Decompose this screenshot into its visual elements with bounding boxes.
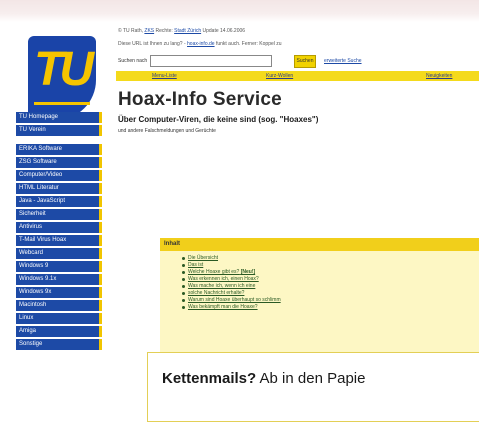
sidebar-item-windows-9[interactable]: Windows 9: [16, 261, 102, 272]
sidebar-item-linux[interactable]: Linux: [16, 313, 102, 324]
stadt-link[interactable]: Stadt Zürich: [174, 28, 201, 34]
caption-rest: Ab in den Papie: [259, 370, 366, 387]
toc-item[interactable]: Warum sind Hoaxe überhaupt so schlimm: [182, 297, 281, 304]
sidebar-item-macintosh[interactable]: Macintosh: [16, 300, 102, 311]
sidebar-item-sonstige[interactable]: Sonstige: [16, 339, 102, 350]
new-badge: [Neu!]: [240, 269, 256, 275]
tu-logo[interactable]: TU: [28, 36, 96, 120]
sidebar-item-virus-hoax[interactable]: T-Mail Virus Hoax: [16, 235, 102, 246]
logo-underline: [34, 102, 90, 105]
nav-neuigkeiten[interactable]: Neuigkeiten: [426, 71, 452, 81]
sidebar-item-webcard[interactable]: Webcard: [16, 248, 102, 259]
url-hint-line: Diese URL ist Ihnen zu lang? - hoax-info…: [118, 41, 282, 47]
toc-item[interactable]: Welche Hoaxe gibt es? [Neu!]: [182, 269, 281, 276]
search-input[interactable]: [150, 55, 272, 67]
sidebar-item-antivirus[interactable]: Antivirus: [16, 222, 102, 233]
page-subtitle-secondary: und andere Falschmeldungen und Gerüchte: [118, 128, 216, 134]
nav-kurz-wollen[interactable]: Kurz-Wollen: [266, 71, 293, 81]
toc-item-label[interactable]: Welche Hoaxe gibt es?: [188, 269, 239, 275]
sidebar-item-java[interactable]: Java - JavaScript: [16, 196, 102, 207]
advanced-search-link[interactable]: erweiterte Suche: [324, 58, 362, 64]
sidebar-item-tu-homepage[interactable]: TU Homepage: [16, 112, 102, 123]
sidebar-item-sicherheit[interactable]: Sicherheit: [16, 209, 102, 220]
sidebar-nav: TU Homepage TU Verein ERIKA Software ZSG…: [10, 112, 102, 352]
sidebar-item-zsg-software[interactable]: ZSG Software: [16, 157, 102, 168]
toc-header: Inhalt: [160, 238, 479, 251]
toc-item[interactable]: Die Übersicht: [182, 255, 281, 262]
toc-item[interactable]: Was erkennen ich, einen Hoax?: [182, 276, 281, 283]
zks-link[interactable]: ZKS: [144, 28, 154, 34]
toc-item[interactable]: Was bekämpft man die Hoaxe?: [182, 304, 281, 311]
sidebar-item-erika-software[interactable]: ERIKA Software: [16, 144, 102, 155]
sidebar-item-html-literatur[interactable]: HTML Literatur: [16, 183, 102, 194]
logo-mark: TU: [34, 43, 94, 96]
short-url-link[interactable]: hoax-info.de: [187, 41, 215, 47]
sidebar-item-windows-91x[interactable]: Windows 9.1x: [16, 274, 102, 285]
caption-text: Kettenmails? Ab in den Papie: [162, 370, 365, 387]
url-hint-suffix: funkt auch. Ferner: Koppel zu: [215, 41, 282, 47]
top-banner-strip: [0, 0, 479, 22]
sidebar-item-amiga[interactable]: Amiga: [16, 326, 102, 337]
page-subtitle: Über Computer-Viren, die keine sind (sog…: [118, 115, 319, 124]
caption-card: Kettenmails? Ab in den Papie: [147, 352, 479, 422]
sidebar-item-windows-9x[interactable]: Windows 9x: [16, 287, 102, 298]
search-label: Suchen nach: [118, 58, 148, 64]
url-hint-prefix: Diese URL ist Ihnen zu lang? -: [118, 41, 186, 47]
caption-bold: Kettenmails?: [162, 370, 257, 387]
toc-list: Die Übersicht Das ist Welche Hoaxe gibt …: [182, 255, 281, 311]
copyright-line: © TU Rath, ZKS Rechte: Stadt Zürich Upda…: [118, 28, 245, 34]
toc-item[interactable]: Das ist: [182, 262, 281, 269]
search-button[interactable]: Suchen: [294, 55, 316, 68]
main-content: © TU Rath, ZKS Rechte: Stadt Zürich Upda…: [116, 22, 479, 406]
sidebar-item-tu-verein[interactable]: TU Verein: [16, 125, 102, 136]
copyright-prefix: © TU Rath,: [118, 28, 143, 34]
search-row: Suchen nach Suchen erweiterte Suche: [118, 55, 478, 69]
update-date: Update 14.06.2006: [202, 28, 246, 34]
sidebar-item-computer-video[interactable]: Computer/Video: [16, 170, 102, 181]
toc-item[interactable]: Was mache ich, wenn ich eine: [182, 283, 281, 290]
nav-bar: Menu-Liste Kurz-Wollen Neuigkeiten: [116, 71, 479, 81]
page-title: Hoax-Info Service: [118, 89, 282, 110]
rights-label: Rechte:: [155, 28, 173, 34]
nav-menu-liste[interactable]: Menu-Liste: [152, 71, 177, 81]
sidebar: TU TU Homepage TU Verein ERIKA Software …: [10, 22, 102, 406]
toc-item[interactable]: solche Nachricht erhalte?: [182, 290, 281, 297]
